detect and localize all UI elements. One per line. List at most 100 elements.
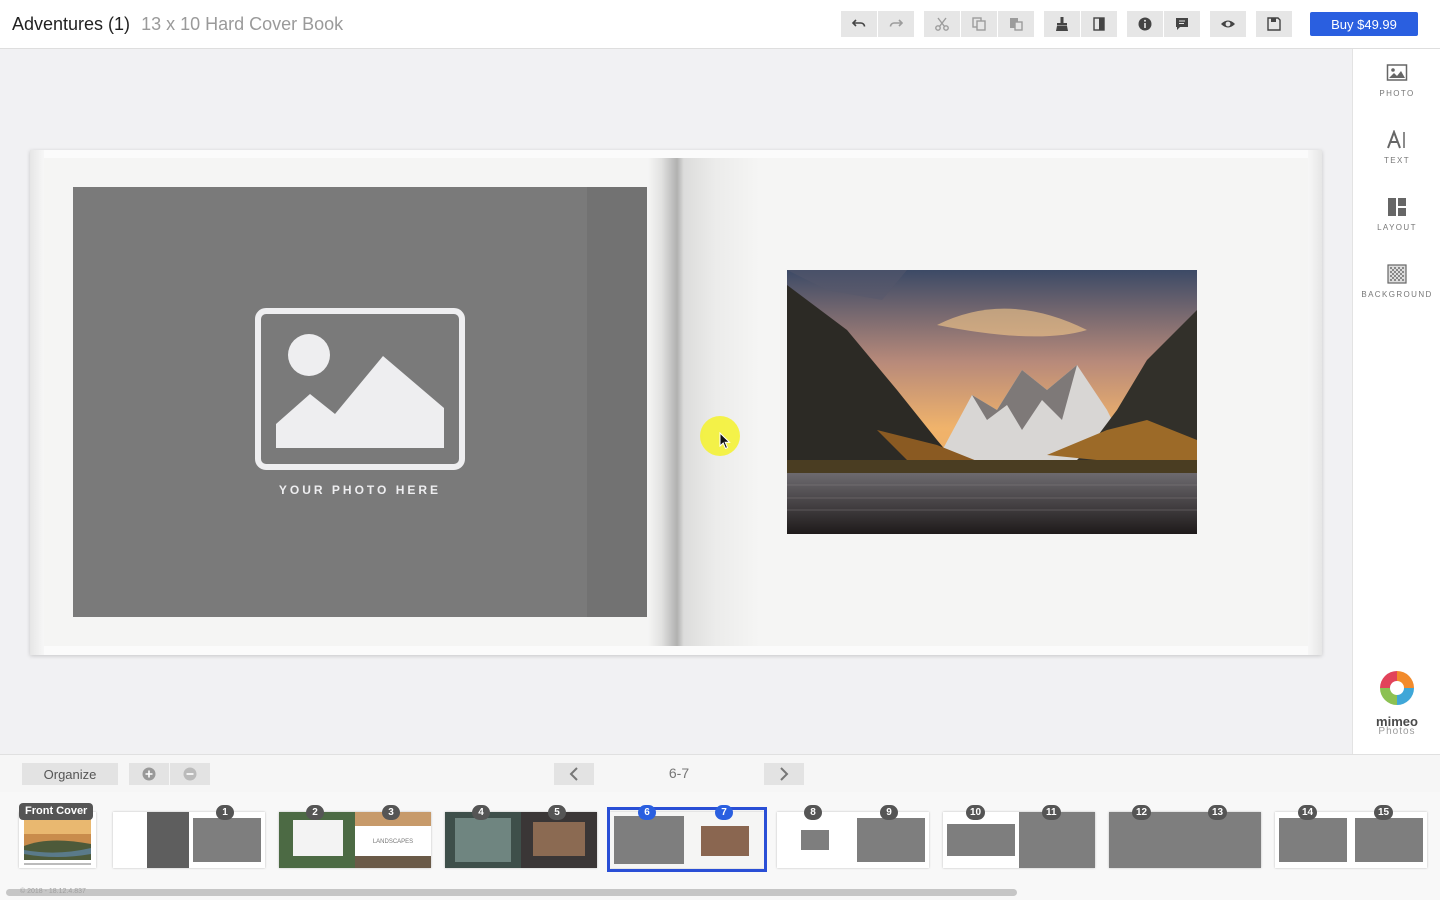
- text-icon: [1387, 130, 1405, 149]
- thumb-spread-12-13[interactable]: [1109, 812, 1261, 868]
- thumb-page-12-slot: [1109, 812, 1185, 868]
- undo-button[interactable]: [841, 11, 877, 37]
- chevron-left-icon: [569, 767, 578, 781]
- zoom-out-button[interactable]: [170, 763, 210, 785]
- page-badge-13: 13: [1208, 805, 1228, 820]
- page-badge-10: 10: [966, 805, 986, 820]
- copy-icon: [972, 17, 986, 31]
- thumb-blank-page: [113, 812, 147, 868]
- thumb-spread-8-9[interactable]: [777, 812, 929, 868]
- text-tool-label: TEXT: [1383, 156, 1411, 165]
- comment-icon: [1176, 18, 1188, 30]
- project-name[interactable]: Adventures (1): [12, 14, 130, 34]
- buy-button[interactable]: Buy $49.99: [1310, 12, 1418, 36]
- page-badge-2: 2: [306, 805, 324, 820]
- thumb-spread-2-3[interactable]: LANDSCAPES: [279, 812, 431, 868]
- prev-spread-button[interactable]: [554, 763, 594, 785]
- thumb-ground-band: [355, 856, 431, 868]
- top-bar: Adventures (1) 13 x 10 Hard Cover Book B…: [0, 0, 1440, 49]
- thumb-photo-slot: [193, 818, 261, 862]
- redo-button[interactable]: [878, 11, 914, 37]
- background-icon: [1387, 264, 1407, 284]
- photo-tool-label: PHOTO: [1379, 89, 1415, 98]
- book-format: 13 x 10 Hard Cover Book: [141, 14, 344, 34]
- paste-button[interactable]: [998, 11, 1034, 37]
- photo-placeholder[interactable]: YOUR PHOTO HERE: [73, 187, 647, 617]
- thumb-page-9-slot: [857, 818, 925, 862]
- cover-photo-thumb: [19, 812, 96, 868]
- page-badge-1: 1: [216, 805, 234, 820]
- book-edge-right: [1308, 150, 1322, 655]
- page-badge-6: 6: [638, 805, 656, 820]
- cut-icon: [935, 17, 949, 31]
- info-group: [1127, 11, 1200, 37]
- thumbnail-strip: Front Cover 1 LANDSCAPES 2 3 4 5 6 7 8 9…: [0, 792, 1440, 900]
- layout-icon: [1388, 198, 1406, 216]
- page-nav-bar: Organize 6-7: [0, 754, 1440, 792]
- plus-circle-icon: [142, 767, 156, 781]
- save-button[interactable]: [1256, 11, 1292, 37]
- thumb-page-10-slot: [947, 824, 1015, 856]
- image-placeholder-icon: [255, 308, 465, 470]
- selected-spread-outline: [607, 807, 767, 872]
- book-edge-left: [30, 150, 44, 655]
- thumb-mountain-photo: [533, 822, 585, 856]
- preview-icon: [1221, 20, 1235, 28]
- thumb-page-13-slot: [1185, 812, 1261, 868]
- comment-button[interactable]: [1164, 11, 1200, 37]
- placeholder-shade: [587, 187, 647, 617]
- front-cover-badge: Front Cover: [19, 803, 94, 820]
- photo-tool[interactable]: PHOTO: [1353, 63, 1440, 98]
- page-badge-7: 7: [715, 805, 733, 820]
- clean-icon: [1056, 17, 1068, 31]
- mouse-cursor-icon: [719, 432, 731, 450]
- thumb-spread-4-5[interactable]: [445, 812, 597, 868]
- zoom-in-button[interactable]: [129, 763, 169, 785]
- page-badge-15: 15: [1374, 805, 1394, 820]
- mountain-lake-photo[interactable]: [787, 270, 1197, 534]
- paste-icon: [1010, 18, 1023, 31]
- brand-logo: mimeo Photos: [1353, 669, 1440, 737]
- thumb-small-slot: [801, 830, 829, 850]
- page-badge-12: 12: [1132, 805, 1152, 820]
- thumb-spread-1[interactable]: [113, 812, 265, 868]
- thumbnail-scrollbar[interactable]: [6, 889, 1017, 896]
- placeholder-label: YOUR PHOTO HERE: [278, 483, 442, 497]
- thumb-spread-14-15[interactable]: [1275, 812, 1427, 868]
- book-title: Adventures (1) 13 x 10 Hard Cover Book: [12, 14, 343, 35]
- page-badge-14: 14: [1298, 805, 1318, 820]
- thumb-front-cover[interactable]: [19, 812, 96, 868]
- info-button[interactable]: [1127, 11, 1163, 37]
- page-indicator: 6-7: [668, 765, 690, 781]
- mimeo-logo-icon: [1380, 671, 1414, 705]
- cut-button[interactable]: [924, 11, 960, 37]
- organize-button[interactable]: Organize: [22, 763, 118, 785]
- text-tool[interactable]: TEXT: [1353, 130, 1440, 165]
- chevron-right-icon: [780, 767, 789, 781]
- page-badge-9: 9: [880, 805, 898, 820]
- history-group: [841, 11, 914, 37]
- thumb-page-11-slot: [1019, 812, 1095, 868]
- thumb-inset-photo: [293, 820, 343, 856]
- photo-icon: [1386, 64, 1408, 81]
- save-group: [1256, 11, 1292, 37]
- info-icon: [1138, 17, 1152, 31]
- page-badge-5: 5: [548, 805, 566, 820]
- book-gutter: [648, 158, 760, 646]
- layout-tool[interactable]: LAYOUT: [1353, 197, 1440, 232]
- layout-tool-label: LAYOUT: [1377, 223, 1417, 232]
- thumb-misty-photo: [455, 818, 511, 862]
- clipboard-group: [924, 11, 1034, 37]
- redo-icon: [889, 19, 904, 27]
- thumb-spread-10-11[interactable]: [943, 812, 1095, 868]
- thumb-landscapes-label: LANDSCAPES: [372, 839, 414, 845]
- save-icon: [1267, 17, 1281, 31]
- background-tool[interactable]: BACKGROUND: [1353, 264, 1440, 299]
- next-spread-button[interactable]: [764, 763, 804, 785]
- page-badge-4: 4: [472, 805, 490, 820]
- preview-button[interactable]: [1210, 11, 1246, 37]
- copy-button[interactable]: [961, 11, 997, 37]
- clean-button[interactable]: [1044, 11, 1080, 37]
- page-flip-button[interactable]: [1081, 11, 1117, 37]
- thumb-page-15-slot: [1355, 818, 1423, 862]
